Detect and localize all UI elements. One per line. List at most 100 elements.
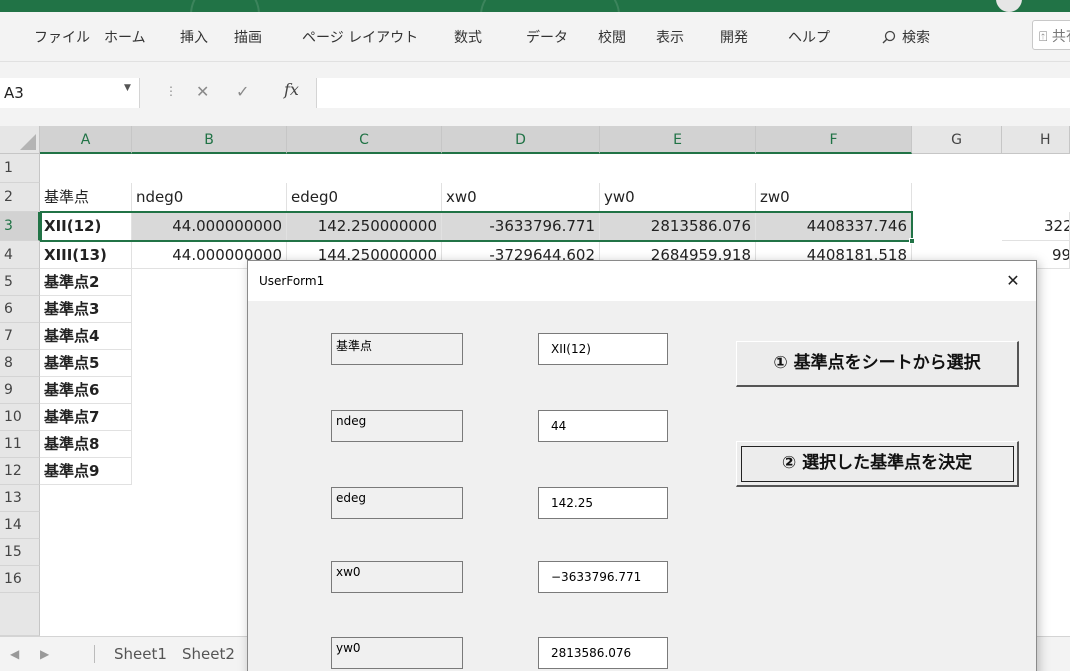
tab-data[interactable]: データ — [526, 27, 568, 47]
cell-a7[interactable]: 基準点4 — [40, 323, 132, 350]
fill-handle[interactable] — [909, 238, 915, 244]
cell-c2[interactable]: edeg0 — [287, 183, 442, 212]
cell-d3[interactable]: -3633796.771 — [442, 212, 600, 241]
select-all-corner[interactable] — [0, 126, 40, 154]
tab-draw[interactable]: 描画 — [234, 27, 262, 47]
sheet-tab-divider — [94, 645, 95, 663]
cell-e2[interactable]: yw0 — [600, 183, 756, 212]
row-header-15[interactable]: 15 — [0, 539, 40, 566]
share-icon: ⍐ — [1039, 29, 1048, 45]
name-box-value: A3 — [4, 84, 24, 102]
search-label: 検索 — [902, 30, 930, 46]
textbox-xw0[interactable]: −3633796.771 — [538, 561, 668, 593]
search-icon — [882, 30, 896, 44]
tab-developer[interactable]: 開発 — [720, 27, 748, 47]
cancel-icon[interactable]: ✕ — [196, 82, 209, 101]
cell-a9[interactable]: 基準点6 — [40, 377, 132, 404]
label-edeg: edeg — [331, 487, 463, 519]
tab-page-layout[interactable]: ページ レイアウト — [302, 27, 418, 47]
cell-f2[interactable]: zw0 — [756, 183, 912, 212]
enter-icon[interactable]: ✓ — [236, 82, 249, 101]
column-header-b[interactable]: B — [132, 126, 287, 154]
userform-title: UserForm1 — [259, 274, 325, 288]
cell-c3[interactable]: 142.250000000 — [287, 212, 442, 241]
confirm-selection-button[interactable]: ② 選択した基準点を決定 — [736, 441, 1019, 487]
cell-d2[interactable]: xw0 — [442, 183, 600, 212]
row-header-11[interactable]: 11 — [0, 431, 40, 458]
cell-a3[interactable]: XII(12) — [40, 212, 132, 241]
tab-home[interactable]: ホーム — [104, 27, 146, 47]
insert-function-icon[interactable]: fx — [284, 80, 299, 99]
cell-a11[interactable]: 基準点8 — [40, 431, 132, 458]
row-header-1[interactable]: 1 — [0, 154, 40, 183]
column-header-f[interactable]: F — [756, 126, 912, 154]
row-header-2[interactable]: 2 — [0, 183, 40, 212]
select-from-sheet-button[interactable]: ① 基準点をシートから選択 — [736, 341, 1019, 387]
ribbon-tab-bar: ファイル ホーム 挿入 描画 ページ レイアウト 数式 データ 校閲 表示 開発… — [0, 12, 1070, 62]
title-decoration — [480, 0, 620, 12]
row-header-5[interactable]: 5 — [0, 269, 40, 296]
name-box[interactable]: A3 ▼ — [0, 78, 140, 108]
textbox-kijunten[interactable]: XII(12) — [538, 333, 668, 365]
column-header-g[interactable]: G — [912, 126, 1002, 154]
column-header-d[interactable]: D — [442, 126, 600, 154]
cell-f3[interactable]: 4408337.746 — [756, 212, 912, 241]
tab-formulas[interactable]: 数式 — [454, 27, 482, 47]
title-decoration — [190, 0, 260, 12]
cell-a8[interactable]: 基準点5 — [40, 350, 132, 377]
row-header-7[interactable]: 7 — [0, 323, 40, 350]
row-header-13[interactable]: 13 — [0, 485, 40, 512]
title-bar — [0, 0, 1070, 12]
row-header-10[interactable]: 10 — [0, 404, 40, 431]
column-header-h[interactable]: H — [1002, 126, 1070, 154]
textbox-ndeg[interactable]: 44 — [538, 410, 668, 442]
cell-b2[interactable]: ndeg0 — [132, 183, 287, 212]
formula-bar-area: A3 ▼ ⋮ ✕ ✓ fx — [0, 62, 1070, 126]
cell-a2[interactable]: 基準点 — [40, 183, 132, 212]
tab-insert[interactable]: 挿入 — [180, 27, 208, 47]
label-yw0: yw0 — [331, 637, 463, 669]
row-header-17[interactable] — [0, 593, 40, 636]
row-header-9[interactable]: 9 — [0, 377, 40, 404]
row-header-12[interactable]: 12 — [0, 458, 40, 485]
column-header-c[interactable]: C — [287, 126, 442, 154]
textbox-yw0[interactable]: 2813586.076 — [538, 637, 668, 669]
row-header-16[interactable]: 16 — [0, 566, 40, 593]
share-button[interactable]: ⍐ 共有 — [1032, 20, 1070, 50]
row-header-14[interactable]: 14 — [0, 512, 40, 539]
row-header-8[interactable]: 8 — [0, 350, 40, 377]
label-ndeg: ndeg — [331, 410, 463, 442]
sheet-next-icon[interactable]: ▶ — [40, 647, 49, 661]
cell-e3[interactable]: 2813586.076 — [600, 212, 756, 241]
sheet-prev-icon[interactable]: ◀ — [10, 647, 19, 661]
formula-input[interactable] — [316, 78, 1070, 108]
userform-title-bar[interactable]: UserForm1 ✕ — [248, 261, 1036, 301]
cell-a6[interactable]: 基準点3 — [40, 296, 132, 323]
tab-file[interactable]: ファイル — [34, 27, 90, 47]
tab-help[interactable]: ヘルプ — [788, 27, 830, 47]
row-header-6[interactable]: 6 — [0, 296, 40, 323]
sheet-tab-sheet1[interactable]: Sheet1 — [114, 645, 167, 663]
userform-dialog: UserForm1 ✕ 基準点 XII(12) ndeg 44 edeg 142… — [247, 260, 1037, 671]
column-header-a[interactable]: A — [40, 126, 132, 154]
formula-bar-grip-icon: ⋮ — [165, 84, 177, 98]
user-avatar[interactable] — [996, 0, 1022, 12]
sheet-tab-sheet2[interactable]: Sheet2 — [182, 645, 235, 663]
cell-a12[interactable]: 基準点9 — [40, 458, 132, 485]
share-label: 共有 — [1051, 29, 1070, 45]
cell-a5[interactable]: 基準点2 — [40, 269, 132, 296]
tab-review[interactable]: 校閲 — [598, 27, 626, 47]
row-header-4[interactable]: 4 — [0, 241, 40, 269]
cell-h3[interactable]: 322 — [1002, 212, 1070, 241]
cell-a4[interactable]: XIII(13) — [40, 241, 132, 269]
tab-view[interactable]: 表示 — [656, 27, 684, 47]
chevron-down-icon[interactable]: ▼ — [124, 83, 131, 93]
row-header-3[interactable]: 3 — [0, 212, 40, 241]
label-xw0: xw0 — [331, 561, 463, 593]
column-header-e[interactable]: E — [600, 126, 756, 154]
close-icon[interactable]: ✕ — [1000, 268, 1026, 294]
cell-a10[interactable]: 基準点7 — [40, 404, 132, 431]
textbox-edeg[interactable]: 142.25 — [538, 487, 668, 519]
search-box[interactable]: 検索 — [882, 27, 930, 47]
cell-b3[interactable]: 44.000000000 — [132, 212, 287, 241]
